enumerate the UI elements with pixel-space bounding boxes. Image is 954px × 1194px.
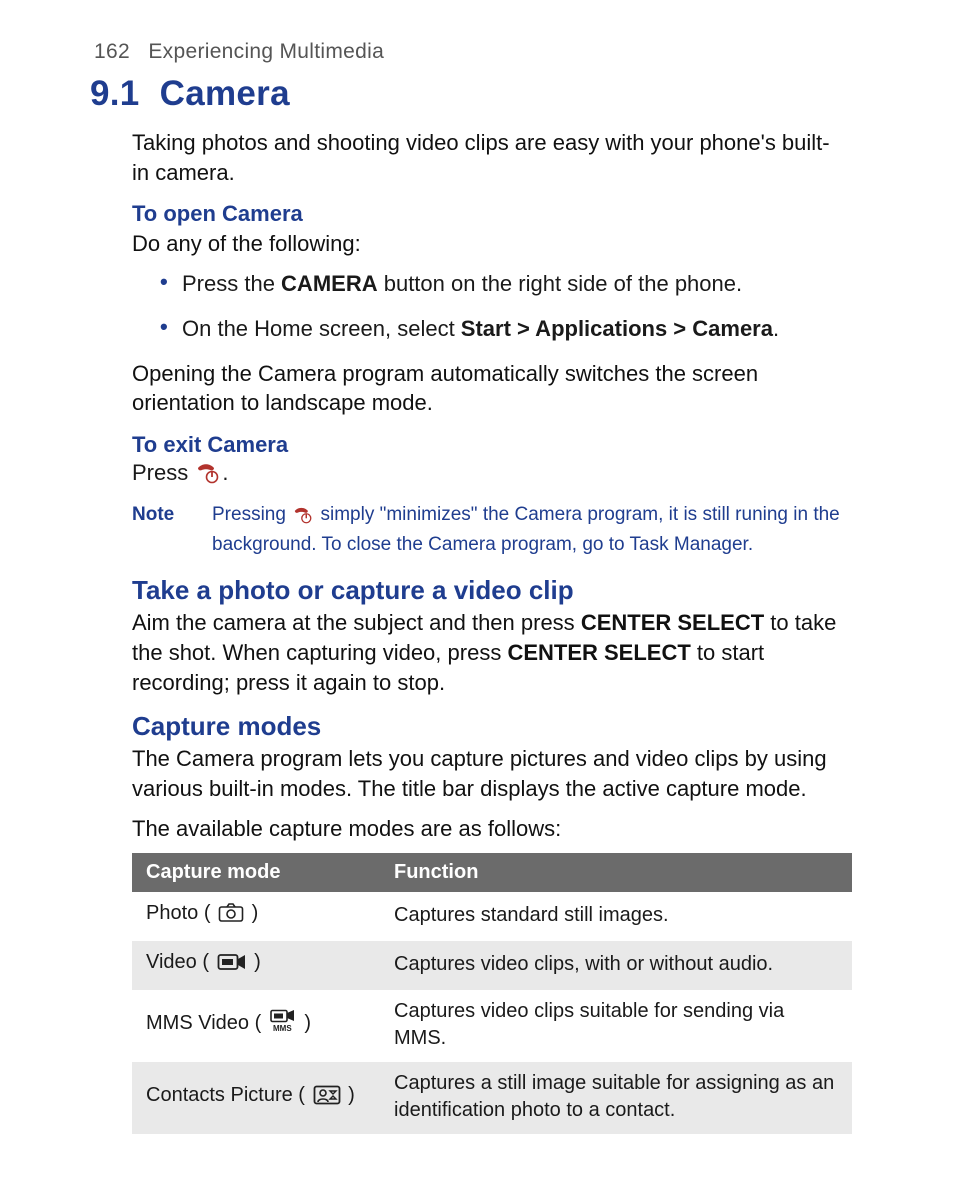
- chapter-title: Experiencing Multimedia: [136, 40, 384, 63]
- table-header-function: Function: [380, 853, 852, 892]
- open-camera-heading: To open Camera: [132, 201, 844, 227]
- take-photo-heading: Take a photo or capture a video clip: [132, 575, 844, 606]
- table-row: Photo ( ) Captures standard still images…: [132, 892, 852, 941]
- capture-modes-heading: Capture modes: [132, 711, 844, 742]
- table-row: MMS Video ( MMS ) Captures video clips s…: [132, 990, 852, 1062]
- capture-modes-table: Capture mode Function Photo ( ) Capture: [132, 853, 852, 1134]
- capture-modes-para1: The Camera program lets you capture pict…: [132, 744, 844, 803]
- note: Note Pressing simply "minimizes" the Cam…: [132, 502, 844, 557]
- video-icon: [217, 952, 247, 980]
- open-para: Opening the Camera program automatically…: [132, 359, 844, 418]
- svg-text:MMS: MMS: [273, 1024, 292, 1033]
- end-call-icon: [292, 506, 314, 532]
- section-heading: 9.1 Camera: [90, 74, 844, 114]
- mms-video-icon: MMS: [269, 1009, 297, 1041]
- table-row: Video ( ) Captures video clips, with or …: [132, 941, 852, 990]
- end-call-icon: [195, 462, 221, 490]
- page: 162 Experiencing Multimedia 9.1 Camera T…: [0, 0, 954, 1194]
- note-body: Pressing simply "minimizes" the Camera p…: [212, 502, 844, 557]
- list-item: On the Home screen, select Start > Appli…: [160, 314, 844, 345]
- open-camera-lead: Do any of the following:: [132, 229, 844, 259]
- contacts-picture-icon: [313, 1085, 341, 1113]
- table-row: Contacts Picture ( ) Captures a still im…: [132, 1062, 852, 1134]
- capture-modes-para2: The available capture modes are as follo…: [132, 814, 844, 844]
- exit-camera-press: Press .: [132, 460, 844, 490]
- intro-paragraph: Taking photos and shooting video clips a…: [132, 128, 844, 187]
- exit-camera-heading: To exit Camera: [132, 432, 844, 458]
- note-label: Note: [132, 502, 212, 557]
- take-photo-paragraph: Aim the camera at the subject and then p…: [132, 608, 844, 697]
- table-header-mode: Capture mode: [132, 853, 380, 892]
- running-header: 162 Experiencing Multimedia: [94, 40, 844, 64]
- list-item: Press the CAMERA button on the right sid…: [160, 269, 844, 300]
- page-number: 162: [94, 40, 130, 63]
- open-camera-list: Press the CAMERA button on the right sid…: [160, 269, 844, 345]
- camera-icon: [218, 903, 244, 931]
